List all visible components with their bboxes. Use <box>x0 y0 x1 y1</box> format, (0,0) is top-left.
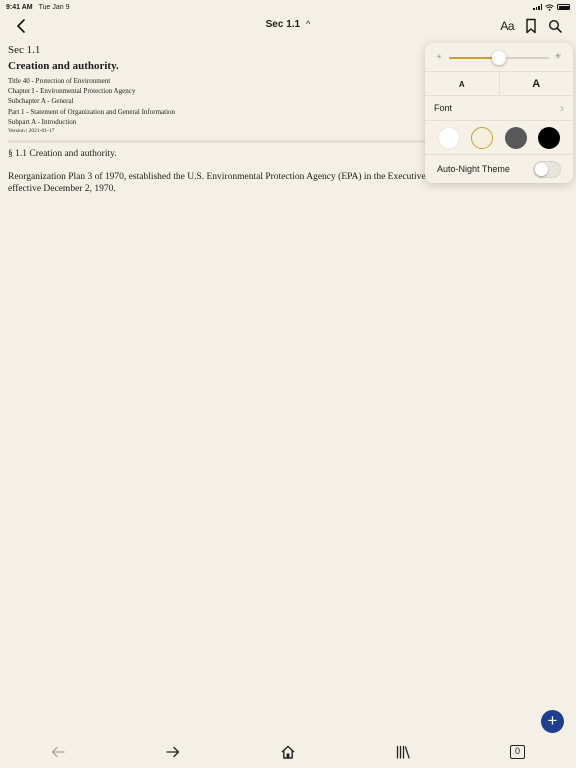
status-time: 9:41 AM <box>6 3 33 11</box>
cellular-signal-icon <box>533 4 542 10</box>
search-icon[interactable] <box>548 18 562 34</box>
auto-night-label: Auto-Night Theme <box>437 164 510 174</box>
auto-night-toggle[interactable] <box>533 160 561 178</box>
decrease-text-size-button[interactable]: A <box>425 72 499 95</box>
brightness-row: ☀ ☀ <box>425 43 573 72</box>
plus-icon: + <box>547 711 558 730</box>
font-label: Font <box>434 103 453 113</box>
forward-arrow-icon[interactable] <box>165 744 181 760</box>
chevron-right-icon: › <box>560 101 564 115</box>
add-button[interactable]: + <box>541 710 564 733</box>
nav-actions: Aa <box>500 18 562 34</box>
nav-bar: Sec 1.1 ^ Aa <box>0 14 576 38</box>
brightness-thumb[interactable] <box>492 51 506 65</box>
brightness-slider[interactable] <box>449 51 549 65</box>
theme-white-swatch[interactable] <box>438 126 460 149</box>
nav-title-text: Sec 1.1 <box>265 19 301 30</box>
toggle-knob <box>535 162 548 176</box>
bright-sun-icon: ☀ <box>553 51 562 61</box>
section-title-button[interactable]: Sec 1.1 ^ <box>0 19 576 30</box>
font-row[interactable]: Font › <box>425 96 573 121</box>
dim-sun-icon: ☀ <box>436 54 443 61</box>
auto-night-row: Auto-Night Theme <box>425 155 573 183</box>
status-icons <box>533 3 570 11</box>
theme-row <box>425 121 573 155</box>
home-icon[interactable] <box>280 744 296 760</box>
text-size-row: A A <box>425 72 573 96</box>
wifi-icon <box>545 3 554 11</box>
library-icon[interactable] <box>395 744 411 760</box>
bookmark-icon[interactable] <box>524 18 538 34</box>
battery-icon <box>557 4 570 10</box>
status-bar: 9:41 AM Tue Jan 9 <box>0 0 576 14</box>
theme-gray-swatch[interactable] <box>504 126 527 149</box>
text-appearance-button[interactable]: Aa <box>500 19 514 33</box>
tabs-button[interactable]: 0 <box>510 745 525 759</box>
bottom-toolbar <box>0 744 576 762</box>
theme-sepia-swatch[interactable] <box>471 126 494 149</box>
increase-text-size-button[interactable]: A <box>500 72 574 95</box>
appearance-popover: ☀ ☀ A A Font › Auto-Night Theme <box>425 43 573 183</box>
back-arrow-icon[interactable] <box>50 744 66 760</box>
chevron-up-icon: ^ <box>306 19 311 29</box>
theme-black-swatch[interactable] <box>537 126 560 149</box>
status-date: Tue Jan 9 <box>38 3 70 11</box>
